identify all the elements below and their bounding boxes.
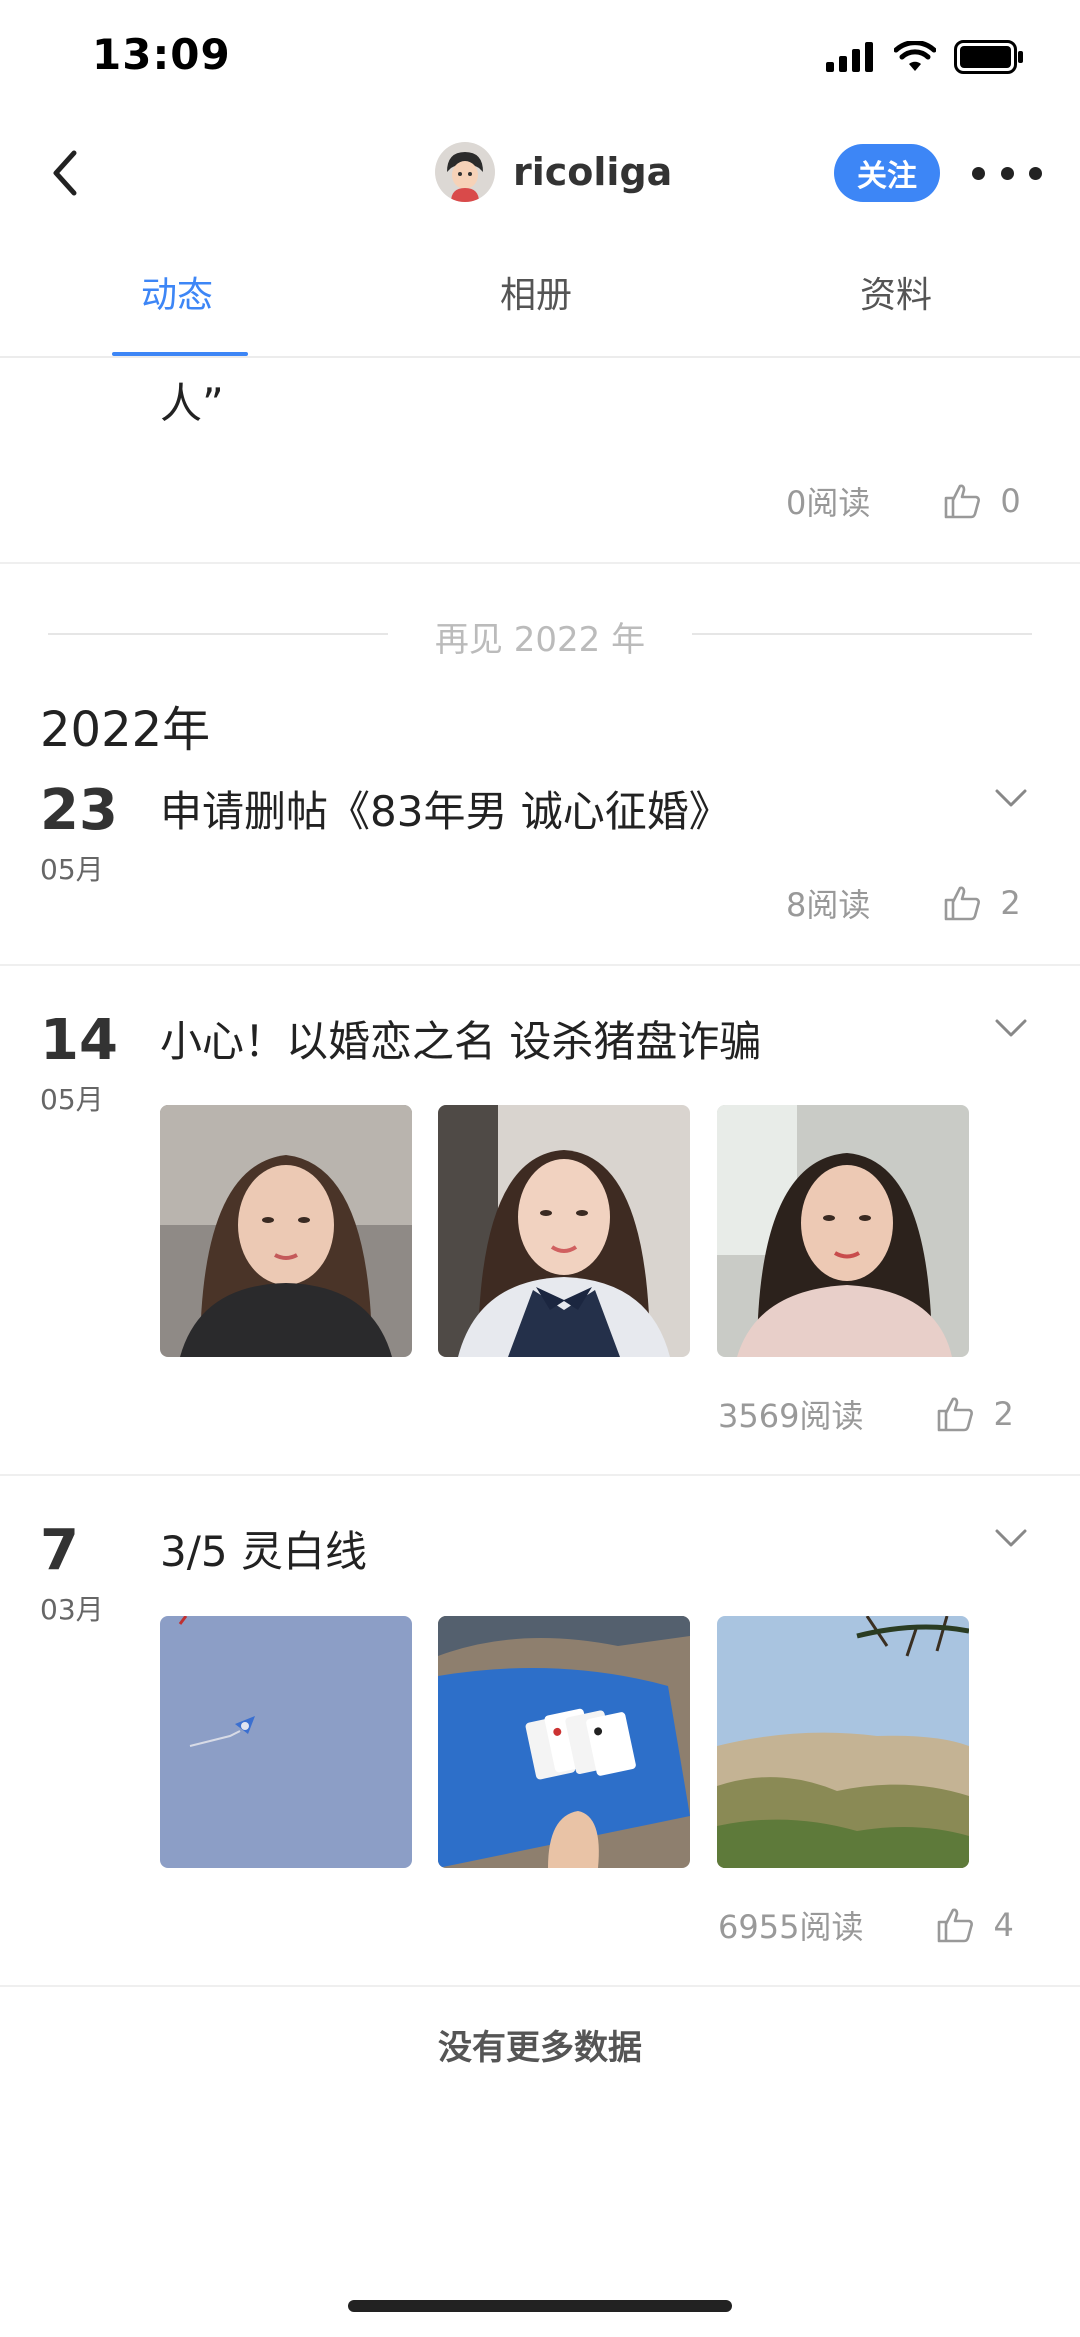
chevron-down-icon[interactable] — [994, 786, 1028, 810]
thumbs-up-icon — [938, 1908, 974, 1943]
post-day: 23 — [40, 778, 118, 843]
like-button[interactable]: 0 — [942, 481, 1021, 521]
tab-profile[interactable]: 资料 — [860, 266, 932, 318]
no-more-data-label: 没有更多数据 — [438, 2028, 642, 2068]
post-day: 14 — [40, 1008, 118, 1073]
like-button[interactable]: 4 — [935, 1905, 1014, 1945]
screen: 13:09 ricoliga 关注 动态 相册 资料 人” 0阅读 0 再见 2… — [0, 0, 1080, 2337]
post-photo[interactable] — [717, 1616, 969, 1868]
read-count: 0阅读 — [786, 484, 871, 522]
home-indicator[interactable] — [348, 2300, 732, 2312]
post-title[interactable]: 申请删帖《83年男 诚心征婚》 — [160, 778, 731, 839]
avatar[interactable] — [435, 142, 495, 202]
status-icons — [826, 40, 1024, 74]
chevron-left-icon — [53, 150, 77, 196]
post-month: 05月 — [40, 1083, 104, 1116]
year-separator-label: 再见 2022 年 — [434, 620, 646, 660]
like-button[interactable]: 2 — [942, 883, 1021, 923]
post-photo[interactable] — [438, 1616, 690, 1868]
year-heading: 2022年 — [40, 702, 211, 758]
thumbs-up-icon — [945, 886, 981, 921]
battery-icon — [954, 40, 1023, 74]
post-photo[interactable] — [160, 1105, 412, 1357]
signal-icon — [826, 42, 873, 72]
previous-post-meta: 0阅读 0 — [786, 478, 1021, 524]
username: ricoliga — [513, 150, 673, 194]
like-count: 2 — [993, 1395, 1014, 1433]
divider — [0, 1985, 1080, 1987]
post-title[interactable]: 3/5 灵白线 — [160, 1518, 367, 1579]
divider — [0, 964, 1080, 966]
tab-activity[interactable]: 动态 — [141, 266, 213, 318]
post-title[interactable]: 小心！以婚恋之名 设杀猪盘诈骗 — [160, 1008, 761, 1069]
chevron-down-icon[interactable] — [994, 1526, 1028, 1550]
read-count: 8阅读 — [786, 886, 871, 924]
like-button[interactable]: 2 — [935, 1394, 1014, 1434]
back-button[interactable] — [30, 138, 100, 208]
year-separator: 再见 2022 年 — [0, 608, 1080, 660]
post-meta: 6955阅读 4 — [718, 1902, 1014, 1948]
separator-line — [692, 633, 1032, 635]
previous-post-text: 人” — [160, 379, 224, 428]
post-month: 03月 — [40, 1593, 104, 1626]
post-day: 7 — [40, 1518, 79, 1583]
post-photo[interactable] — [717, 1105, 969, 1357]
profile-header[interactable]: ricoliga — [435, 142, 672, 202]
post-month: 05月 — [40, 853, 104, 886]
like-count: 0 — [1000, 482, 1021, 520]
like-count: 4 — [993, 1906, 1014, 1944]
post-photo[interactable] — [438, 1105, 690, 1357]
active-tab-indicator — [112, 352, 248, 356]
status-time: 13:09 — [92, 30, 231, 79]
more-options-button[interactable] — [972, 150, 1042, 196]
tab-album[interactable]: 相册 — [500, 266, 572, 318]
post-meta: 8阅读 2 — [786, 880, 1021, 926]
divider — [0, 1474, 1080, 1476]
status-bar: 13:09 — [0, 0, 1080, 120]
divider — [0, 562, 1080, 564]
read-count: 3569阅读 — [718, 1397, 864, 1435]
follow-button[interactable]: 关注 — [834, 144, 940, 202]
chevron-down-icon[interactable] — [994, 1016, 1028, 1040]
thumbs-up-icon — [938, 1397, 974, 1432]
dot-icon — [1029, 166, 1042, 180]
like-count: 2 — [1000, 884, 1021, 922]
dot-icon — [1000, 166, 1014, 180]
post-photo[interactable] — [160, 1616, 412, 1868]
read-count: 6955阅读 — [718, 1908, 864, 1946]
wifi-icon — [894, 41, 936, 71]
top-nav: ricoliga 关注 — [0, 120, 1080, 225]
thumbs-up-icon — [945, 484, 981, 519]
post-meta: 3569阅读 2 — [718, 1391, 1014, 1437]
tab-bar: 动态 相册 资料 — [0, 240, 1080, 358]
dot-icon — [972, 166, 985, 180]
